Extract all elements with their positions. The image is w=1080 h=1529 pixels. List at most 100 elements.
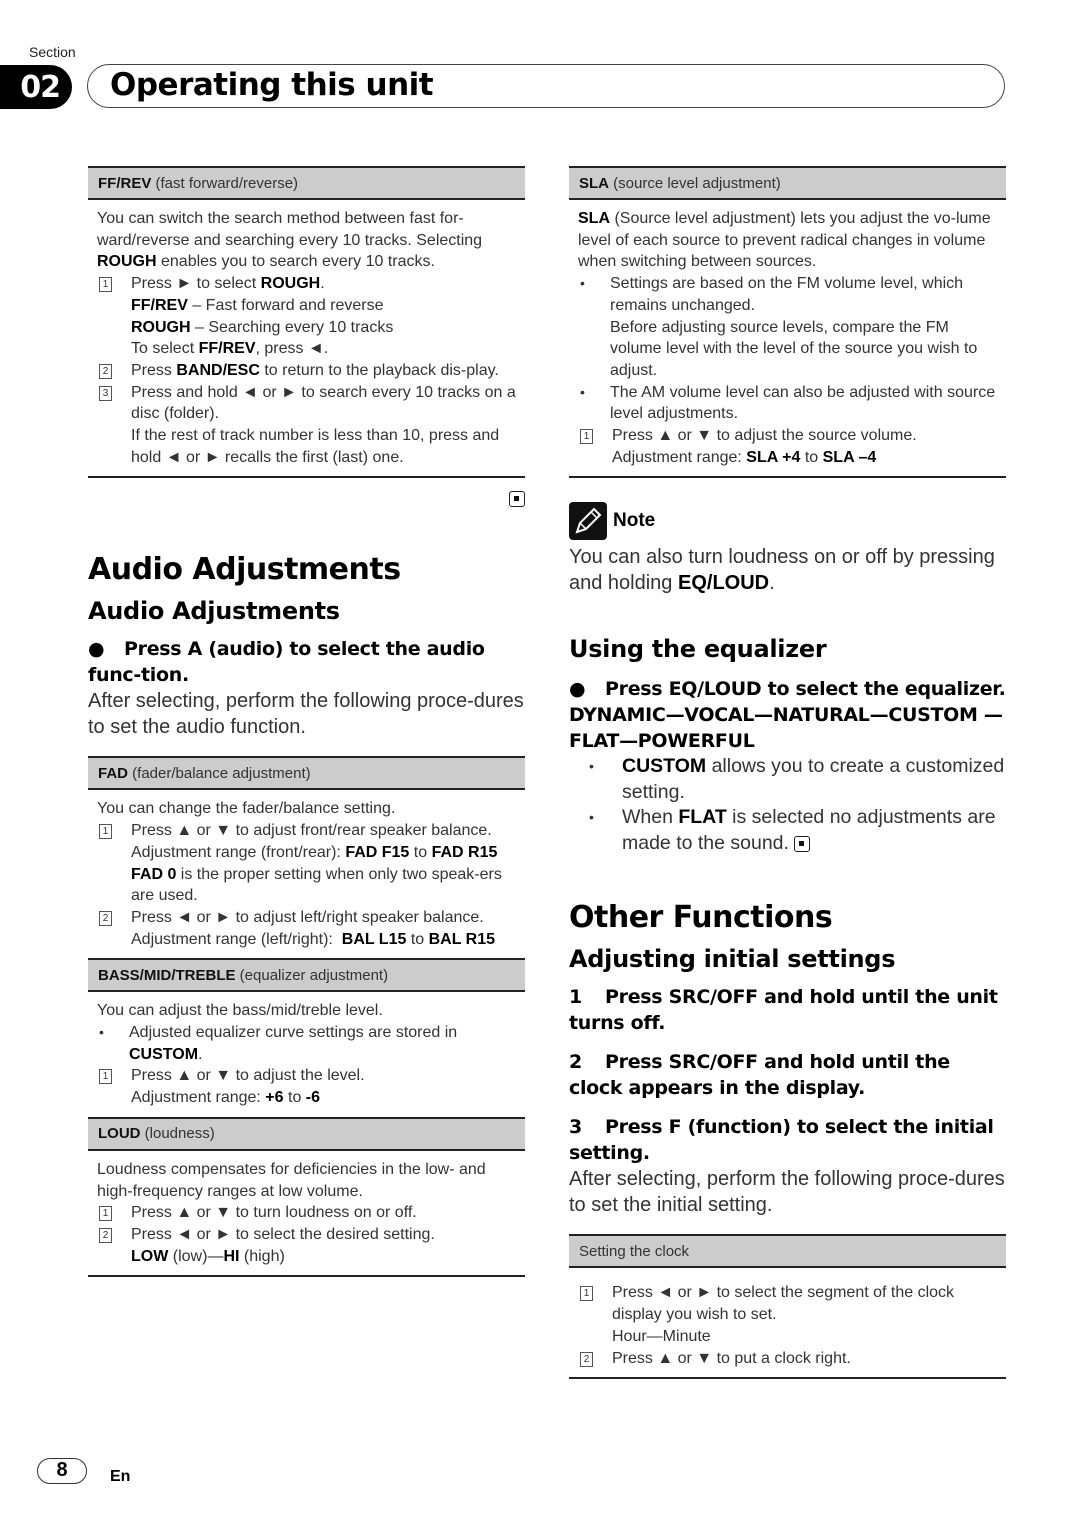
text: to bbox=[283, 1089, 306, 1107]
text: FAD R15 bbox=[431, 843, 498, 861]
sla-box-body: SLA (Source level adjustment) lets you a… bbox=[569, 200, 1006, 479]
text: Press F (function) to select the initial… bbox=[569, 1116, 994, 1165]
text: +6 bbox=[265, 1089, 284, 1107]
text: . bbox=[320, 275, 325, 293]
text: SLA –4 bbox=[822, 448, 877, 466]
text: – Fast forward and reverse bbox=[187, 296, 384, 314]
bullet-text: CUSTOM allows you to create a customized… bbox=[622, 754, 1006, 805]
sla-intro: SLA (Source level adjustment) lets you a… bbox=[578, 208, 998, 273]
subheading-audio-adjustments: Audio Adjustments bbox=[88, 597, 340, 626]
ffrev-box-body: You can switch the search method between… bbox=[88, 200, 525, 479]
step-number-icon: 1 bbox=[580, 1286, 593, 1302]
sla-box: SLA (source level adjustment) SLA (Sourc… bbox=[569, 166, 1006, 479]
heading-using-equalizer: Using the equalizer bbox=[569, 635, 827, 664]
text: Press ▲ or ▼ to adjust front/rear speake… bbox=[131, 822, 492, 840]
step-number: 3 bbox=[569, 1116, 582, 1139]
text: Press SRC/OFF and hold until the clock a… bbox=[569, 1051, 950, 1100]
text: Press SRC/OFF and hold until the unit tu… bbox=[569, 986, 998, 1035]
text: You can also turn loudness on or off by … bbox=[569, 546, 995, 595]
clock-step-1: 1 Press ◄ or ► to select the segment of … bbox=[578, 1282, 998, 1347]
ffrev-step-1: 1 Press ► to select ROUGH. FF/REV – Fast… bbox=[97, 273, 517, 360]
section-number-badge: 02 bbox=[0, 65, 72, 109]
text: to bbox=[800, 448, 823, 466]
other-after-text: After selecting, perform the following p… bbox=[569, 1168, 1005, 1217]
sla-bullet-2: • The AM volume level can also be adjust… bbox=[578, 382, 998, 425]
language-label: En bbox=[110, 1468, 131, 1485]
loud-box-header: LOUD (loudness) bbox=[88, 1116, 525, 1151]
ffrev-box: FF/REV (fast forward/reverse) You can sw… bbox=[88, 166, 525, 508]
text: (high) bbox=[239, 1247, 285, 1265]
text: Press ► to select bbox=[131, 275, 261, 293]
text: Adjusted equalizer curve settings are st… bbox=[129, 1024, 458, 1042]
heading-audio-adjustments: Audio Adjustments bbox=[88, 552, 401, 588]
text: FF/REV bbox=[198, 340, 256, 358]
text: . bbox=[769, 572, 775, 595]
clock-step-2: 2 Press ▲ or ▼ to put a clock right. bbox=[578, 1348, 998, 1370]
text: You can switch the search method between… bbox=[97, 210, 483, 249]
text: SLA +4 bbox=[746, 448, 801, 466]
text: FAD F15 bbox=[345, 843, 410, 861]
fad-box-body: You can change the fader/balance setting… bbox=[88, 790, 525, 956]
bullet-icon: ● bbox=[569, 678, 586, 701]
text: Settings are based on the FM volume leve… bbox=[610, 275, 964, 314]
bmt-step-1: 1 Press ▲ or ▼ to adjust the level. Adju… bbox=[97, 1065, 517, 1108]
heading-other-functions: Other Functions bbox=[569, 900, 833, 936]
audio-after-text: After selecting, perform the following p… bbox=[88, 690, 524, 739]
text: Press ▲ or ▼ to adjust the level. bbox=[131, 1067, 365, 1085]
bullet-icon: • bbox=[99, 1024, 104, 1041]
note-text: You can also turn loudness on or off by … bbox=[569, 544, 1006, 596]
text: If the rest of track number is less than… bbox=[131, 427, 500, 466]
right-column: SLA (source level adjustment) SLA (Sourc… bbox=[569, 166, 1006, 1380]
eq-sequence: DYNAMIC—VOCAL—NATURAL—CUSTOM —FLAT—POWER… bbox=[569, 704, 1003, 753]
text: Adjustment range: bbox=[612, 448, 747, 466]
text: ROUGH bbox=[131, 318, 191, 336]
bmt-label: BASS/MID/TREBLE bbox=[98, 966, 236, 984]
text: . bbox=[198, 1045, 203, 1063]
text: Press ◄ or ► to select the segment of th… bbox=[612, 1284, 955, 1324]
text: – Searching every 10 tracks bbox=[190, 318, 394, 336]
clock-box-body: 1 Press ◄ or ► to select the segment of … bbox=[569, 1268, 1006, 1380]
loud-intro: Loudness compensates for deficiencies in… bbox=[97, 1160, 486, 1200]
step-number-icon: 1 bbox=[99, 1069, 112, 1085]
text: Adjustment range (left/right): bbox=[131, 930, 342, 948]
step-text: Press ▲ or ▼ to adjust the source volume… bbox=[612, 425, 998, 468]
end-of-section-icon bbox=[794, 835, 811, 852]
sla-label: SLA bbox=[579, 174, 609, 192]
bmt-label-desc: (equalizer adjustment) bbox=[235, 966, 389, 984]
text: FLAT bbox=[678, 806, 727, 829]
text: enables you to search every 10 tracks. bbox=[156, 253, 435, 271]
step-number-icon: 2 bbox=[99, 910, 112, 926]
fad-label: FAD bbox=[98, 764, 128, 782]
step-text: Press ▲ or ▼ to adjust front/rear speake… bbox=[131, 820, 517, 907]
bullet-icon: • bbox=[589, 758, 594, 775]
fad-step-2: 2 Press ◄ or ► to adjust left/right spea… bbox=[97, 907, 517, 950]
pencil-note-icon bbox=[569, 502, 607, 541]
left-column: FF/REV (fast forward/reverse) You can sw… bbox=[88, 166, 525, 1278]
clock-box-header: Setting the clock bbox=[569, 1234, 1006, 1269]
ffrev-end bbox=[88, 490, 525, 508]
step-text: Press ▲ or ▼ to turn loudness on or off. bbox=[131, 1204, 417, 1222]
bmt-box-body: You can adjust the bass/mid/treble level… bbox=[88, 992, 525, 1115]
ffrev-label: FF/REV bbox=[98, 174, 152, 192]
section-label: Section bbox=[29, 44, 76, 60]
bmt-bullet: • Adjusted equalizer curve settings are … bbox=[97, 1022, 517, 1065]
end-of-section-icon bbox=[509, 491, 525, 508]
text: , press ◄. bbox=[255, 340, 329, 358]
text: Adjustment range: bbox=[131, 1089, 266, 1107]
bullet-icon: ● bbox=[88, 638, 105, 661]
bullet-icon: • bbox=[580, 275, 585, 292]
loud-step-1: 1 Press ▲ or ▼ to turn loudness on or of… bbox=[97, 1202, 517, 1224]
text: Press A (audio) to select the audio func… bbox=[88, 638, 485, 687]
other-step-3: 3 Press F (function) to select the initia… bbox=[569, 1114, 1006, 1166]
ffrev-step-3: 3 Press and hold ◄ or ► to search every … bbox=[97, 382, 517, 469]
step-text: Press BAND/ESC to return to the playback… bbox=[131, 360, 517, 382]
step-number: 1 bbox=[569, 986, 582, 1009]
text: Adjustment range (front/rear): bbox=[131, 843, 346, 861]
bullet-text: Adjusted equalizer curve settings are st… bbox=[129, 1022, 517, 1065]
text: When bbox=[622, 806, 679, 829]
text: LOW bbox=[131, 1247, 169, 1265]
step-number-icon: 1 bbox=[99, 277, 112, 293]
step-text: Press ▲ or ▼ to adjust the level. Adjust… bbox=[131, 1065, 517, 1108]
step-number: 2 bbox=[569, 1051, 582, 1074]
text: BAND/ESC bbox=[176, 361, 260, 379]
